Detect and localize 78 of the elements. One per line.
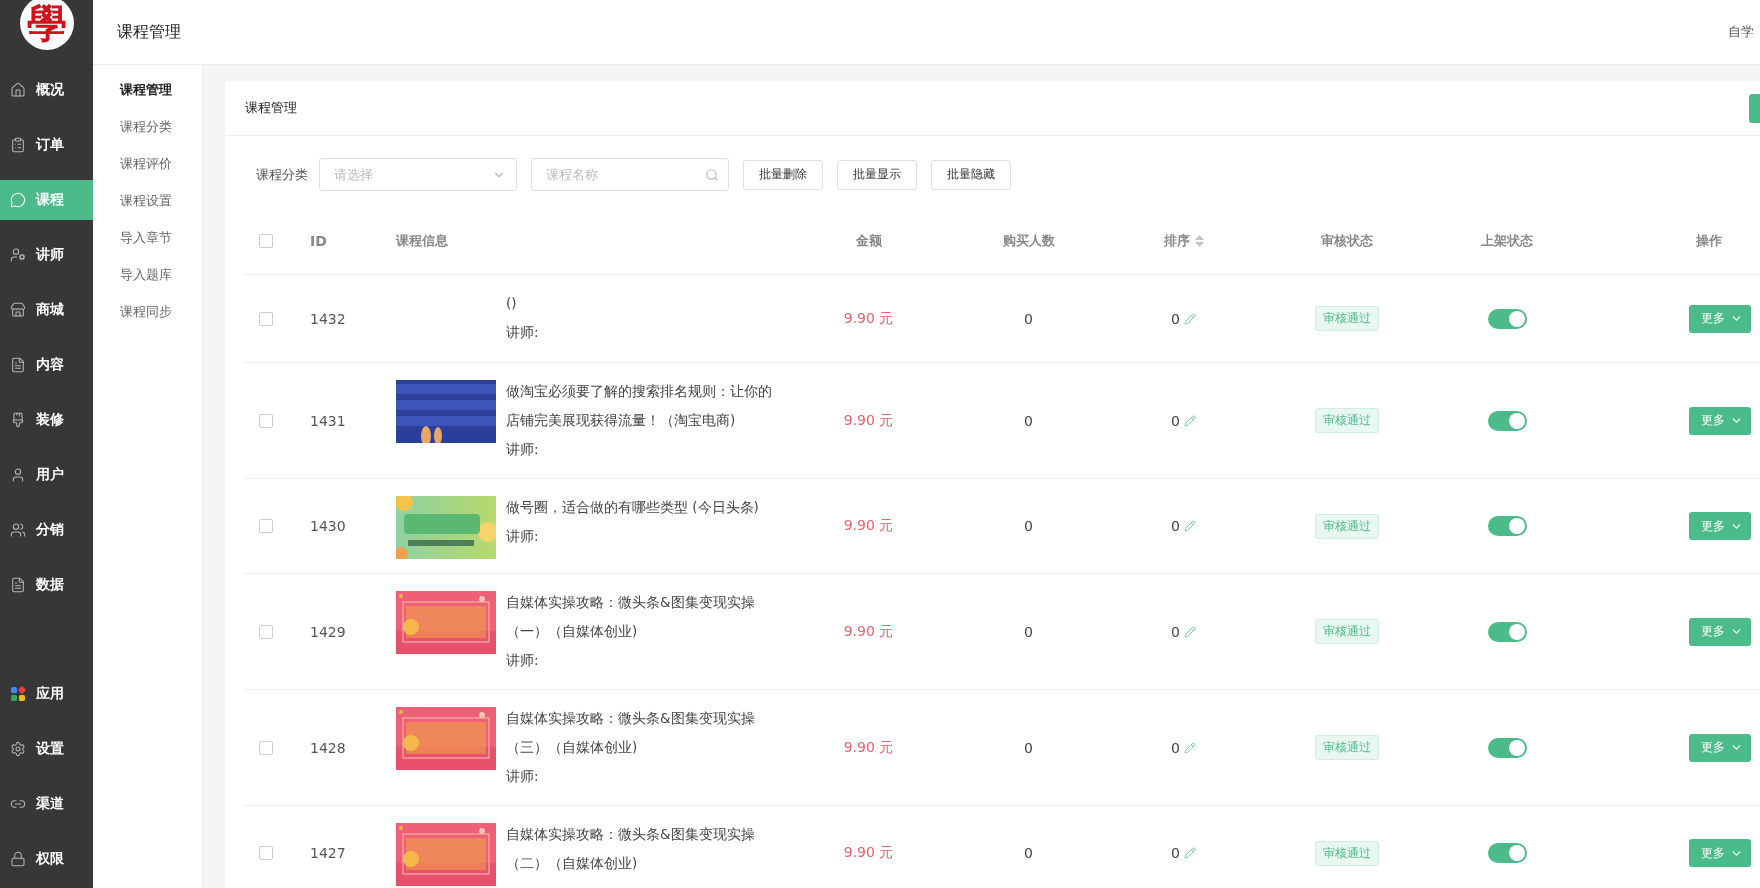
sort-value: 0 (1171, 518, 1180, 534)
course-title: 自媒体实操攻略：微头条&图集变现实操（三）（自媒体创业) (506, 709, 756, 757)
buyers-cell: 0 (1024, 739, 1033, 756)
course-title: 做淘宝必须要了解的搜索排名规则：让你的店铺完美展现获得流量！（淘宝电商) (506, 382, 773, 430)
id-cell-text: 1432 (309, 310, 346, 327)
sidebar-item[interactable]: 权限 (0, 839, 93, 879)
sort-value: 0 (1171, 739, 1180, 756)
page-title: 课程管理 (117, 21, 181, 43)
price-cell: 9.90 元 (843, 844, 894, 862)
course-name-field[interactable]: 课程名称 (531, 158, 729, 191)
price-cell: 9.90 元 (843, 517, 894, 535)
sidebar-item[interactable]: 讲师 (0, 235, 93, 275)
subnav-item[interactable]: 导入题库 (93, 256, 202, 293)
course-title: 自媒体实操攻略：微头条&图集变现实操（二）（自媒体创业) (506, 825, 756, 873)
sidebar-item[interactable]: 订单 (0, 125, 93, 165)
batch-button[interactable]: 批量删除 (743, 159, 823, 190)
course-title: () (506, 294, 518, 313)
column-header: 上架状态 (1481, 232, 1533, 250)
batch-button[interactable]: 批量隐藏 (931, 159, 1011, 190)
sidebar-item[interactable]: 装修 (0, 400, 93, 440)
sidebar-item[interactable]: 渠道 (0, 784, 93, 824)
sort-value: 0 (1171, 412, 1180, 429)
review-status: 审核通过 (1315, 408, 1379, 433)
review-status: 审核通过 (1315, 735, 1379, 760)
teacher-label: 讲师: (506, 440, 540, 459)
card-title: 课程管理 (245, 99, 297, 117)
review-status: 审核通过 (1315, 513, 1379, 539)
teacher-label: 讲师: (506, 767, 540, 786)
subnav-item[interactable]: 课程同步 (93, 293, 202, 330)
subnav-item[interactable]: 导入章节 (93, 219, 202, 256)
id-cell-text: 1427 (309, 845, 346, 861)
sidebar-item[interactable]: 数据 (0, 565, 93, 605)
price-cell: 9.90 元 (843, 738, 894, 757)
sidebar-item[interactable]: 分销 (0, 510, 93, 550)
course-title: 自媒体实操攻略：微头条&图集变现实操（一）（自媒体创业) (506, 593, 756, 641)
review-status: 审核通过 (1315, 840, 1379, 866)
column-header: 审核状态 (1321, 232, 1373, 250)
subnav-item[interactable]: 课程评价 (93, 145, 202, 182)
buyers-cell: 0 (1024, 310, 1033, 327)
column-header: 金额 (855, 232, 882, 250)
sort-value: 0 (1171, 310, 1180, 327)
sidebar-item[interactable]: 概况 (0, 70, 93, 110)
review-status: 审核通过 (1315, 619, 1379, 644)
price-cell: 9.90 元 (843, 309, 894, 328)
id-cell-text: 1430 (309, 518, 346, 534)
subnav-item[interactable]: 课程设置 (93, 182, 202, 219)
user-name[interactable]: 自学 (1728, 23, 1754, 41)
sort-value: 0 (1171, 623, 1180, 640)
sidebar-item[interactable]: 用户 (0, 455, 93, 495)
column-header: ID (309, 233, 327, 249)
review-status: 审核通过 (1315, 306, 1379, 331)
id-cell-text: 1431 (309, 412, 346, 429)
teacher-label: 讲师: (506, 527, 540, 546)
column-header: 课程信息 (394, 232, 448, 250)
sidebar-item[interactable]: 应用 (0, 674, 93, 714)
subnav-item[interactable]: 课程分类 (93, 108, 202, 145)
sidebar-item[interactable]: 内容 (0, 345, 93, 385)
teacher-label: 讲师: (506, 651, 540, 670)
id-cell-text: 1428 (309, 739, 346, 756)
logo: 學 (19, 0, 74, 50)
price-cell: 9.90 元 (843, 622, 894, 641)
sidebar-item[interactable]: 设置 (0, 729, 93, 769)
sidebar-item[interactable]: 商城 (0, 290, 93, 330)
sort-value: 0 (1171, 845, 1180, 861)
buyers-cell: 0 (1024, 518, 1033, 534)
buyers-cell: 0 (1024, 845, 1033, 861)
buyers-cell: 0 (1024, 623, 1033, 640)
subnav-item[interactable]: 课程管理 (93, 71, 202, 108)
column-header: 操作 (1695, 232, 1722, 250)
column-header: 购买人数 (1002, 232, 1055, 250)
column-header: 排序 (1163, 232, 1190, 250)
batch-button[interactable]: 批量显示 (837, 159, 917, 190)
filter-label: 课程分类 (256, 165, 308, 184)
course-title: 做号圈，适合做的有哪些类型 (今日头条) (506, 498, 760, 517)
id-cell-text: 1429 (309, 623, 346, 640)
price-cell: 9.90 元 (843, 411, 894, 430)
buyers-cell: 0 (1024, 412, 1033, 429)
teacher-label: 讲师: (506, 323, 540, 342)
